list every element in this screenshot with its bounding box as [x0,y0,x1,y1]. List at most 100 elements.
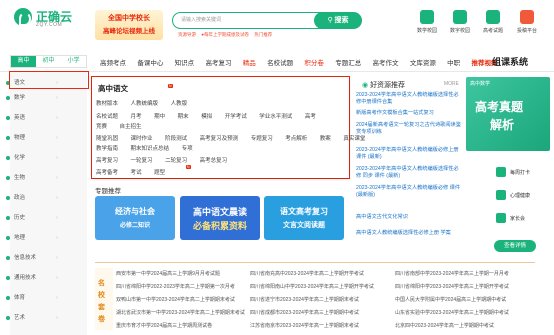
forum-promo-banner[interactable]: 全国中学校长 高峰论坛视频上线 [95,10,163,40]
sidebar-item-english[interactable]: 英语 › [4,107,64,129]
paper-link[interactable]: 四川省遂宁市2023-2024学年高二上学期期末考试 [250,296,359,303]
paper-link[interactable]: 四川省绵阳南山中学2023-2024学年高三上学期开学考试 [250,283,374,290]
nav-item[interactable]: 积分卷 [304,60,324,67]
panel-link[interactable]: 课时作业 [131,136,153,142]
nav-item[interactable]: 专题汇总 [335,60,361,67]
news-item[interactable]: 2024届新高考语文一轮复习之古代诗歌阅读鉴赏专项训练 [356,122,461,136]
header-campus-link[interactable]: 数字校园 [445,10,475,34]
sidebar-item-chemistry[interactable]: 化学 › [4,147,64,169]
panel-link[interactable]: 开学考试 [225,114,247,120]
nav-item[interactable]: 高考复习 [205,60,231,67]
hot-tag[interactable]: 资源导游 [178,32,196,37]
nav-item[interactable]: 备课中心 [137,60,163,67]
sidebar-item-general-tech[interactable]: 通用技术 › [4,267,64,289]
panel-link[interactable]: 高考总复习 [200,158,228,164]
hot-tag[interactable]: ●每年上学期成绩及试卷 [201,32,249,37]
panel-link[interactable]: 考点解析 [285,136,307,142]
news-more-link[interactable]: MORE [444,81,459,87]
view-details-button[interactable]: 查看详情 [494,240,536,252]
panel-link[interactable]: 月考 [131,114,142,120]
search-button[interactable]: ⚲ 搜索 [314,12,362,29]
panel-link[interactable]: 人教统编版 [131,101,159,107]
paper-link[interactable]: 北京四中2023-2024学年高一上学期期中考试 [395,322,494,329]
nav-item[interactable]: 知识点 [175,60,195,67]
panel-link[interactable]: 一轮复习 [131,158,153,164]
sidebar-item-math[interactable]: 数学 › [4,87,64,109]
sidebar-item-biology[interactable]: 生物 › [4,167,64,189]
nav-item[interactable]: 文库资源 [410,60,436,67]
panel-link[interactable]: 高考复习及预测 [200,136,239,142]
panel-link[interactable]: 期末知识点总结 [131,146,170,152]
hot-tag[interactable]: 热门推荐 [254,32,272,37]
panel-link[interactable]: 教学指南 [96,146,118,152]
header-school-link[interactable]: 数学校园 [412,10,442,34]
panel-link[interactable]: 模拟 [201,114,212,120]
panel-link[interactable]: 真实课堂 [343,136,365,142]
paper-link[interactable]: 四川省绵阳中学2022-2023学年高二上学期第一次月考 [116,283,235,290]
course-system-link[interactable]: 组课系统 [492,55,528,68]
panel-link[interactable]: 高考 [305,114,316,120]
nav-item[interactable]: 高考作文 [373,60,399,67]
nav-item[interactable]: 高频考点 [100,60,126,67]
sidebar-item-pe[interactable]: 体育 › [4,287,64,309]
panel-link[interactable]: 学业水平测试 [259,114,292,120]
panel-link[interactable]: 高考备考 [96,170,118,176]
sidebar-item-geography[interactable]: 地理 › [4,227,64,249]
paper-link[interactable]: 江苏省南京市2023-2024学年高一上学期期末考试 [250,322,359,329]
sidebar-item-physics[interactable]: 物理 › [4,127,64,149]
paper-link[interactable]: 四川省南充高中2023-2024学年高二上学期开学考试 [250,270,364,277]
topic-banner-classical[interactable]: 语文高考复习 文言文阅读题 [264,196,344,240]
paper-link[interactable]: 湖北省武汉市第一中学2023-2024学年高二上学期期末考试 [116,309,245,316]
sidebar-item-it[interactable]: 信息技术 › [4,247,64,269]
panel-link[interactable]: 二轮复习 [165,158,187,164]
tab-middle-school[interactable]: 初中 [36,56,61,67]
tool-label[interactable]: 心理健康 [510,192,530,199]
panel-link[interactable]: 高考复习 [96,158,118,164]
news-item[interactable]: 2023-2024学年高中语文人教统编版必修上册课件 (最新) [356,147,461,161]
panel-link[interactable]: 名校试题 [96,114,118,120]
paper-link[interactable]: 四川省绵阳中学2023-2024学年高三上学期开学考试 [395,283,509,290]
sidebar-item-history[interactable]: 历史 › [4,207,64,229]
header-exam-link[interactable]: 高考试题 [478,10,508,34]
paper-link[interactable]: 山东省实验中学2023-2024学年高三上学期期中考试 [395,309,509,316]
heart-icon[interactable] [496,190,506,200]
paper-link[interactable]: 西安市第一中学2024届高三上学期9月月考试题 [116,270,220,277]
panel-link[interactable]: 教案 [320,136,331,142]
nav-item[interactable]: 精品 [243,60,256,67]
paper-link[interactable]: 四川省南部中学2023-2024学年高三上学期一月月考 [395,270,509,277]
header-upload-link[interactable]: 投稿平台 [512,10,542,34]
nav-item[interactable]: 名校试题 [267,60,293,67]
sidebar-item-politics[interactable]: 政治 › [4,187,64,209]
panel-link[interactable]: 自主招生 [120,124,142,130]
nav-item[interactable]: 中职 [447,60,460,67]
tab-high-school[interactable]: 高中 [11,56,36,67]
logo-icon[interactable] [14,8,32,26]
panel-link[interactable]: 人教版 [171,101,188,107]
paper-link[interactable]: 中国人民大学附属中学2024届高三上学期期中考试 [395,296,506,303]
tab-primary-school[interactable]: 小学 [61,56,86,67]
parents-icon[interactable] [496,213,506,223]
paper-link[interactable]: 重庆市育才中学2024届高三上学期周测试卷 [116,322,212,329]
panel-link[interactable]: 考试 [131,170,142,176]
paper-link[interactable]: 四川省成都市2023-2024学年高三上学期期中考试 [250,309,359,316]
panel-link[interactable]: 专项 [182,146,193,152]
topic-banner-economy[interactable]: 经济与社会 必修二知识 [95,196,175,240]
sidebar-item-art[interactable]: 艺术 › [4,307,64,329]
news-item[interactable]: 高中语文人教统编版选择性必修上册 学案 [356,230,461,237]
panel-link[interactable]: 竞赛 [96,124,107,130]
news-item[interactable]: 新版高考作文模板合集一站式复习 [356,110,461,117]
tool-label[interactable]: 每周打卡 [510,169,530,176]
panel-link[interactable]: 期中 [154,114,165,120]
panel-link[interactable]: 随堂巩固 [96,136,118,142]
calendar-icon[interactable] [496,167,506,177]
tool-label[interactable]: 家长会 [510,215,525,222]
paper-link[interactable]: 双鸭山市第一中学2023-2024学年高二上学期期末考试 [116,296,235,303]
news-item[interactable]: 2023-2024学年高中语文人教统编版选择性必修 同步 课件 (最新) [356,166,461,180]
news-item[interactable]: 高中语文古代文化常识 [356,214,461,221]
panel-link[interactable]: 期末 [178,114,189,120]
panel-link[interactable]: 教材版本 [96,101,118,107]
panel-link[interactable]: 阶段测试 [165,136,187,142]
news-item[interactable]: 2023-2024学年高中语文人教统编版选择性必修中册课件合集 [356,92,461,106]
topic-banner-morning-reading[interactable]: 高中语文晨读 必备积累资料 [180,196,260,240]
panel-link[interactable]: 专题复习 [251,136,273,142]
